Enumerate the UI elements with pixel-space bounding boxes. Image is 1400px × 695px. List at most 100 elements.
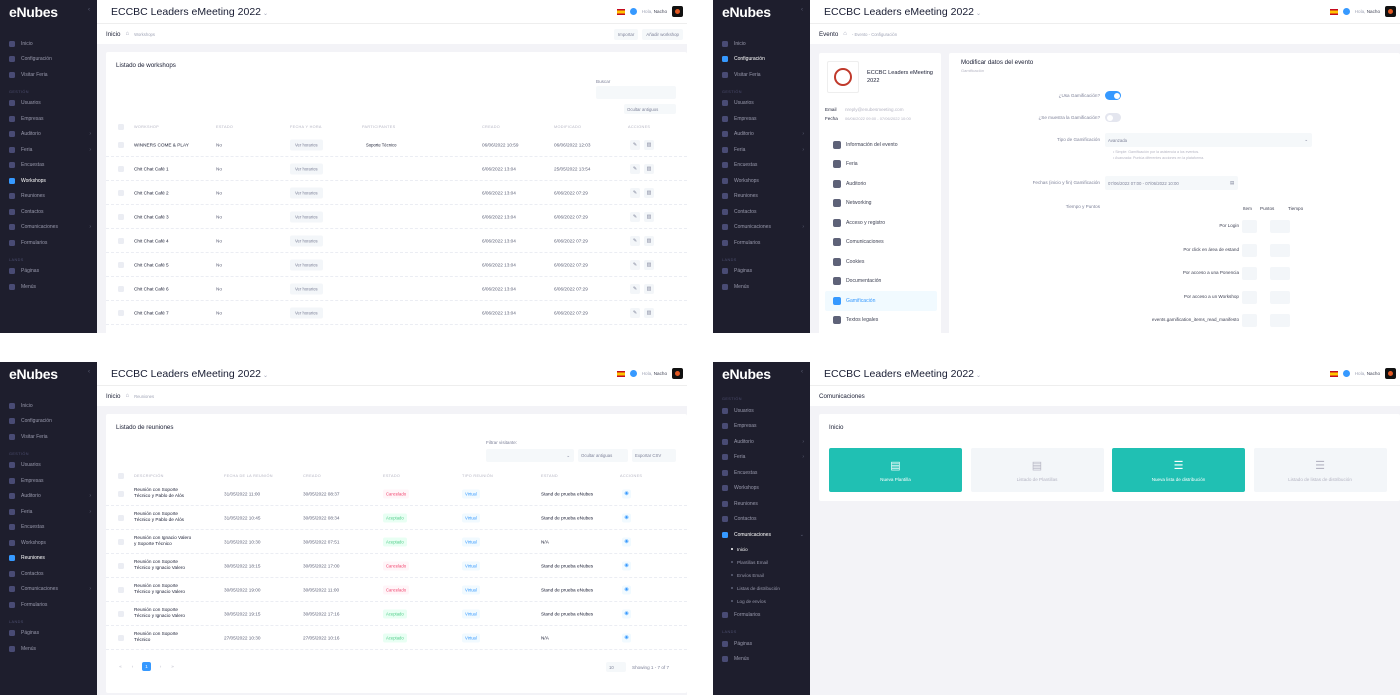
gear-icon[interactable] [1342,370,1350,377]
sidebar-item-menus[interactable]: Menús [713,279,810,295]
col-datetime[interactable]: FECHA Y HORA [290,125,322,129]
view-icon[interactable]: ◉ [622,609,631,618]
col-stand[interactable]: ESTAND [541,474,558,478]
workshop-name[interactable]: Chit Chat Café 4 [134,238,169,243]
points-input[interactable] [1242,243,1257,257]
sidebar-item-comunicaciones[interactable]: Comunicaciones › [0,582,97,598]
meeting-description[interactable]: Reunión con Ignacio Valero y Soporte Técn… [134,535,191,549]
sidebar-item-menus[interactable]: Menús [0,641,97,657]
config-nav-documentacion[interactable]: Documentación [825,272,937,292]
sidebar-item-feria[interactable]: Feria › [0,504,97,520]
sidebar-item-visitar-feria[interactable]: Visitar Feria [0,67,97,83]
row-checkbox[interactable] [118,490,124,497]
time-input[interactable] [1270,267,1290,280]
edit-icon[interactable]: ✎ [630,283,640,294]
config-nav-acceso-y-registro[interactable]: Acceso y registro [825,213,937,233]
view-icon[interactable]: ◉ [622,513,631,522]
trash-icon[interactable]: ▥ [644,163,654,174]
sidebar-item-auditorio[interactable]: Auditorio › [0,489,97,505]
view-icon[interactable]: ◉ [622,633,631,642]
search-input[interactable] [596,86,676,99]
sidebar-item-inicio[interactable]: Inicio [713,36,810,52]
edit-icon[interactable]: ✎ [630,235,640,246]
config-nav-informacion-del-evento[interactable]: Información del evento [825,135,937,155]
trash-icon[interactable]: ▥ [644,235,654,246]
submenu-item-envios-email[interactable]: Envíos Email [713,569,810,582]
avatar[interactable] [1385,6,1396,17]
col-workshop[interactable]: WORKSHOP [134,125,159,129]
workshop-name[interactable]: Chit Chat Café 3 [134,214,169,219]
sidebar-item-contactos[interactable]: Contactos [713,204,810,220]
workshop-name[interactable]: Chit Chat Café 5 [134,262,169,267]
collapse-icon[interactable]: ‹ [801,7,803,13]
collapse-icon[interactable]: ‹ [88,7,90,13]
sidebar-item-contactos[interactable]: Contactos [713,512,810,528]
meeting-description[interactable]: Reunión con Soporte Técnico [134,631,178,645]
view-schedule-button[interactable]: Ver horarios [290,187,323,198]
row-checkbox[interactable] [118,514,124,521]
meeting-description[interactable]: Reunión con Soporte Técnico y Ignacio Val… [134,559,185,573]
meeting-description[interactable]: Reunión con Soporte Técnico y Ignacio Val… [134,607,185,621]
sidebar-item-empresas[interactable]: Empresas [0,473,97,489]
row-checkbox[interactable] [118,610,124,617]
tile-listado-de-plantillas[interactable]: ▤ Listado de Plantillas [970,448,1104,492]
view-schedule-button[interactable]: Ver horarios [290,283,323,294]
row-checkbox[interactable] [118,285,124,292]
select-all-checkbox[interactable] [118,124,124,130]
tile-listado-de-listas-de-distribucion[interactable]: ☰ Listado de listas de distribución [1253,448,1387,492]
sidebar-item-feria[interactable]: Feria › [0,142,97,158]
row-checkbox[interactable] [118,165,124,172]
row-checkbox[interactable] [118,189,124,196]
page-size-select[interactable]: 10 [606,662,626,672]
flag-es-icon[interactable] [1329,8,1338,15]
gamification-type-select[interactable]: Avanzada ⌄ [1105,133,1312,147]
view-schedule-button[interactable]: Ver horarios [290,235,323,246]
export-csv-button[interactable]: Exportar CSV [632,449,676,462]
workshop-name[interactable]: Chit Chat Café 6 [134,286,169,291]
breadcrumb[interactable]: - Evento - Configuración [852,32,897,37]
breadcrumb[interactable]: Reuniones [134,394,154,399]
flag-es-icon[interactable] [616,370,625,377]
filter-visitor-select[interactable]: ⌄ [486,449,574,462]
view-icon[interactable]: ◉ [622,561,631,570]
sidebar-item-menus[interactable]: Menús [0,279,97,295]
sidebar-item-usuarios[interactable]: Usuarios [0,458,97,474]
avatar[interactable] [672,6,683,17]
select-all-checkbox[interactable] [118,473,124,479]
tile-nueva-lista-de-distribucion[interactable]: ☰ Nueva lista de distribución [1112,448,1245,492]
row-checkbox[interactable] [118,213,124,220]
config-nav-textos-legales[interactable]: Textos legales [825,311,937,331]
gear-icon[interactable] [629,370,637,377]
row-checkbox[interactable] [118,586,124,593]
points-input[interactable] [1242,314,1257,327]
sidebar-item-reuniones[interactable]: Reuniones [0,551,97,567]
submenu-item-listas-de-distribucion[interactable]: Listas de distribución [713,582,810,595]
home-icon[interactable]: ⌂ [843,31,847,37]
sidebar-item-encuestas[interactable]: Encuestas [713,158,810,174]
avatar[interactable] [1385,368,1396,379]
sidebar-item-usuarios[interactable]: Usuarios [713,403,810,419]
col-participants[interactable]: PARTICIPANTES [362,125,395,129]
sidebar-item-encuestas[interactable]: Encuestas [713,465,810,481]
use-gamification-toggle[interactable] [1105,91,1121,100]
import-button[interactable]: Importar [613,29,639,40]
sidebar-item-workshops[interactable]: Workshops [713,173,810,189]
prev-page-button[interactable]: ‹ [128,662,137,671]
row-checkbox[interactable] [118,562,124,569]
home-icon[interactable]: ⌂ [125,393,129,399]
row-checkbox[interactable] [118,237,124,244]
sidebar-item-paginas[interactable]: Páginas [713,636,810,652]
col-status[interactable]: ESTADO [216,125,233,129]
sidebar-item-feria[interactable]: Feria › [713,450,810,466]
hide-old-toggle[interactable]: Ocultar antiguos [624,104,676,114]
config-nav-gamificacion[interactable]: Gamificación [825,291,937,311]
view-icon[interactable]: ◉ [622,537,631,546]
gear-icon[interactable] [1342,8,1350,15]
config-nav-networking[interactable]: Networking [825,194,937,214]
row-checkbox[interactable] [118,538,124,545]
trash-icon[interactable]: ▥ [644,307,654,318]
sidebar-item-inicio[interactable]: Inicio [0,36,97,52]
workshop-name[interactable]: Chit Chat Café 1 [134,166,169,171]
config-nav-auditorio[interactable]: Auditorio [825,174,937,194]
sidebar-item-auditorio[interactable]: Auditorio › [713,127,810,143]
